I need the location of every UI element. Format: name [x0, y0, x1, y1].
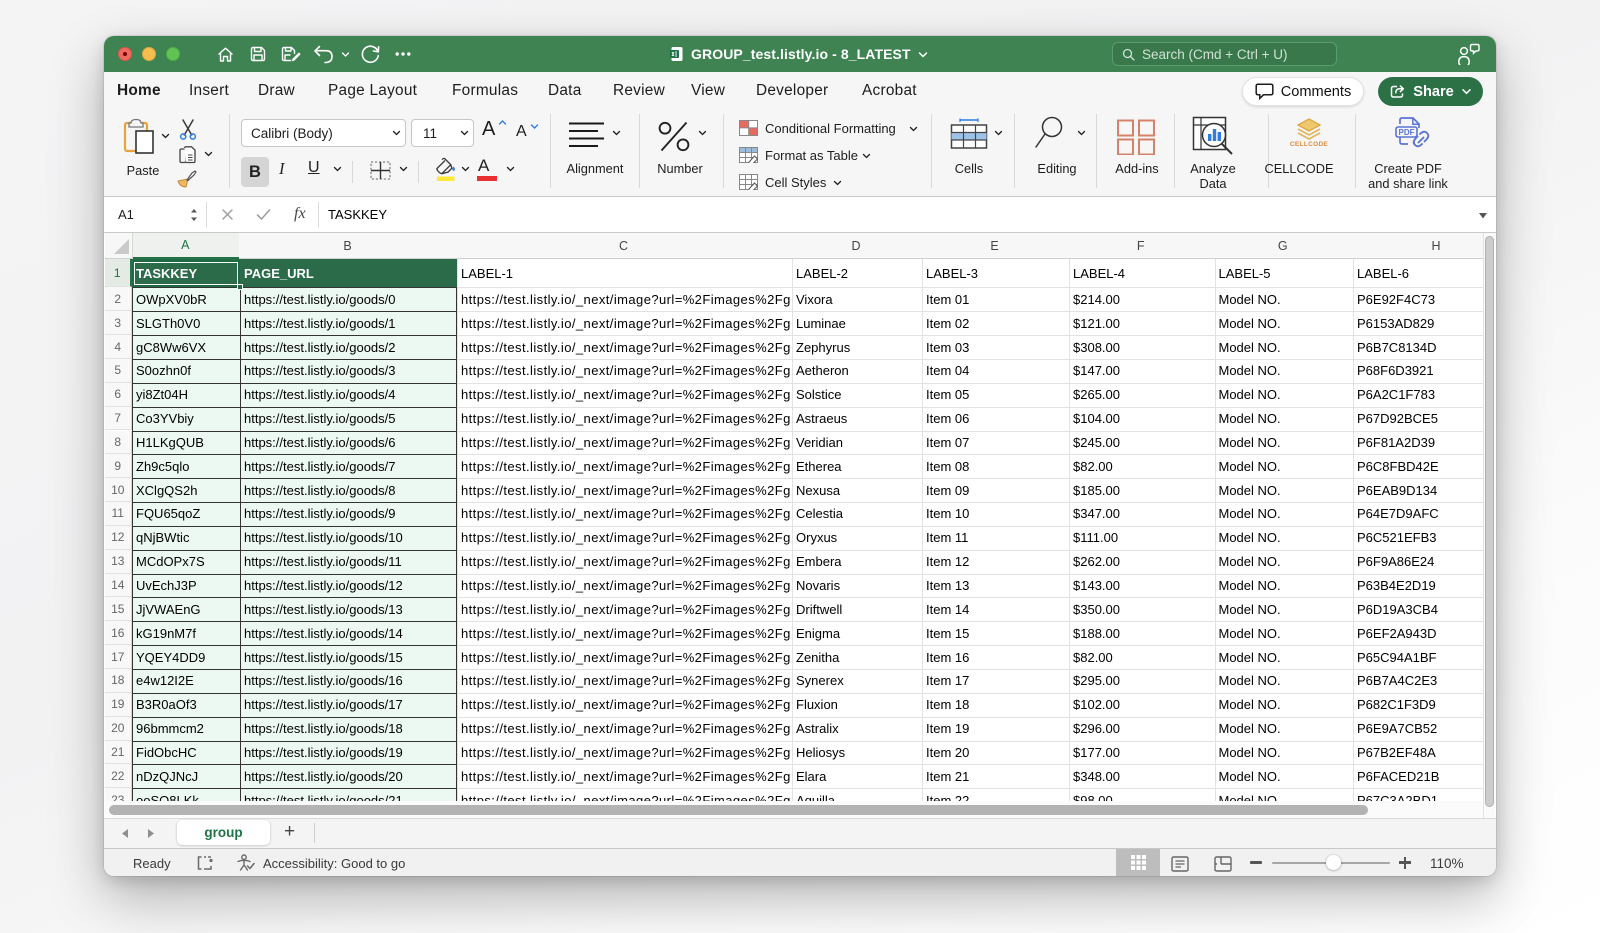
svg-text:PDF: PDF: [1399, 128, 1415, 137]
